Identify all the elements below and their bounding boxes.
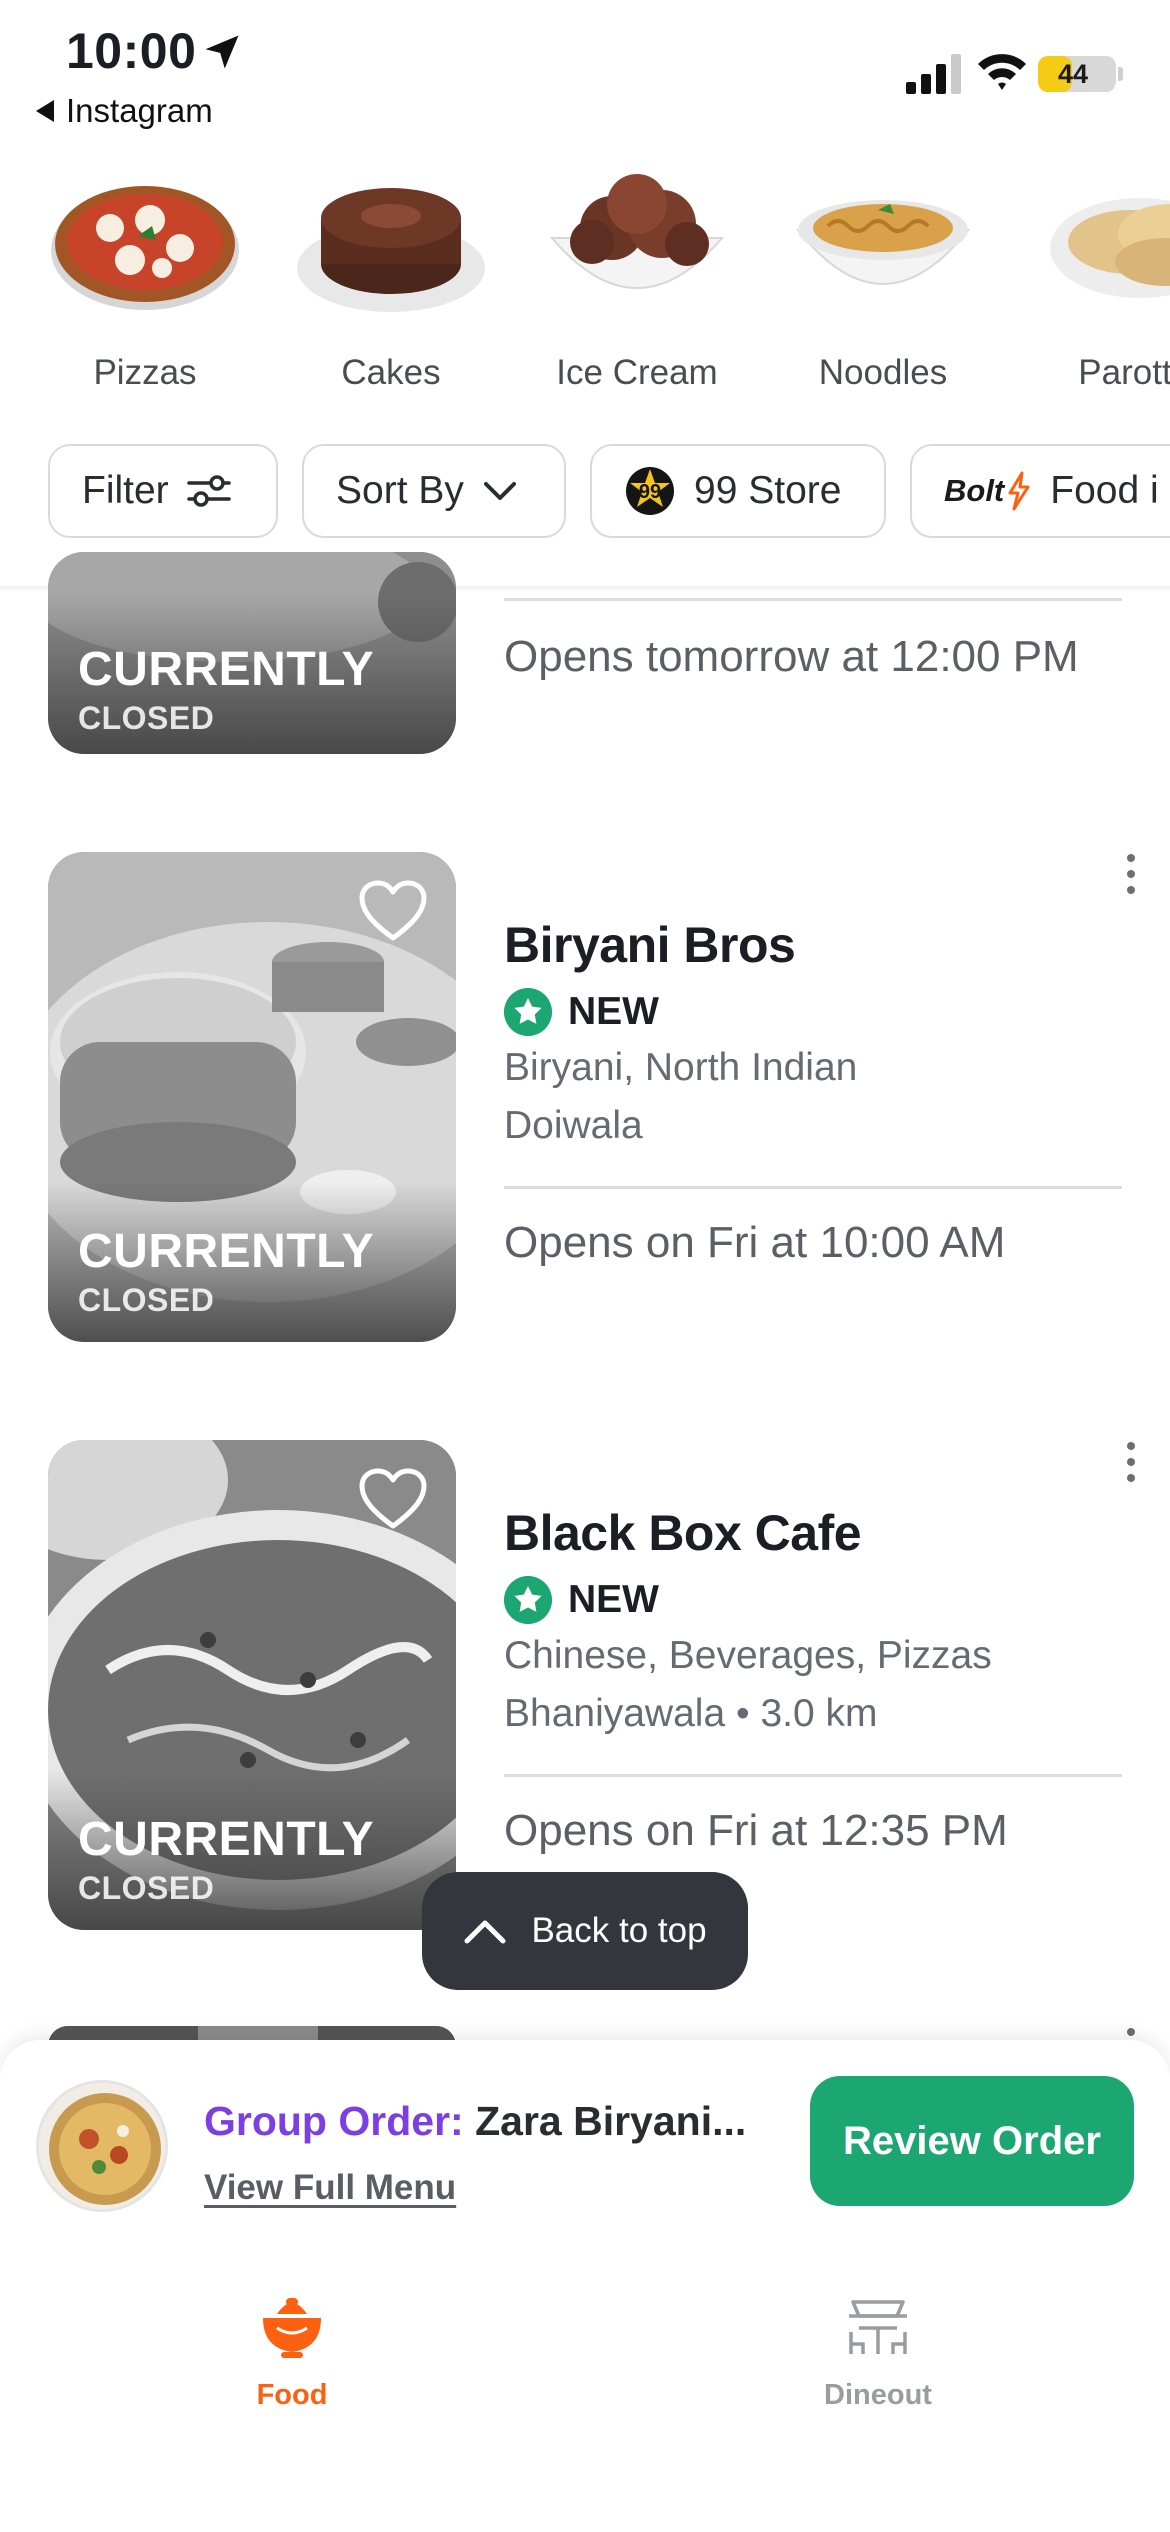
group-order-label: Group Order: [204,2098,464,2144]
restaurant-name: Black Box Cafe [504,1505,862,1561]
group-order-title: Group Order: Zara Biryani... [204,2098,746,2145]
filter-button[interactable]: Filter [48,444,278,538]
cellular-signal-icon [906,54,961,94]
biryani-image [39,2083,165,2209]
card-divider [504,598,1122,601]
bolt-label: Food i [1050,469,1159,512]
favorite-heart-icon[interactable] [358,880,428,944]
restaurant-thumbnail[interactable]: CURRENTLY CLOSED [48,1440,456,1930]
battery-cap [1118,67,1123,81]
dineout-table-icon [849,2300,907,2354]
store-99-icon: 99 [626,467,674,515]
locality-text: Bhaniyawala • 3.0 km [504,1692,878,1735]
category-label: Cakes [341,353,441,392]
new-badge: NEW [504,988,1120,1036]
pizza-image [51,186,239,310]
category-label: Ice Cream [556,353,718,392]
category-pizzas[interactable]: Pizzas [30,168,260,393]
back-to-top-button[interactable]: Back to top [422,1872,748,1990]
restaurant-info: Biryani Bros NEW Biryani, North Indian D… [504,916,1120,1148]
ice-cream-image [549,174,725,289]
opens-time: Opens on Fri at 12:35 PM [504,1806,1008,1855]
restaurant-card[interactable]: CURRENTLY CLOSED Black Box Cafe NEW Chin… [0,1440,1170,1930]
restaurant-thumbnail[interactable]: CURRENTLY CLOSED [48,852,456,1342]
cake-image [297,188,485,312]
star-badge-icon [504,988,552,1036]
store-label: 99 Store [694,469,842,512]
sliders-icon [186,475,231,507]
star-badge-icon [504,1576,552,1624]
group-order-restaurant: Zara Biryani... [475,2098,747,2144]
more-options-icon[interactable] [1124,854,1138,894]
card-divider [504,1186,1122,1189]
closed-line2: CLOSED [78,1870,215,1906]
restaurant-name: Biryani Bros [504,917,796,973]
bolt-logo: Bolt [944,471,1032,511]
filter-row[interactable]: Filter Sort By 99 99 Store Bolt Food i [0,444,1170,540]
restaurant-card[interactable]: CURRENTLY CLOSED Biryani Bros NEW Biryan… [0,852,1170,1342]
category-label: Pizzas [93,353,197,392]
chevron-up-icon [464,1920,506,1944]
new-label: NEW [568,1578,659,1621]
tab-dineout[interactable]: Dineout [768,2292,988,2412]
more-options-icon[interactable] [1124,1442,1138,1482]
status-time: 10:00 [66,23,197,79]
location-arrow-icon [205,35,239,69]
back-to-app-link[interactable]: Instagram [36,92,213,130]
category-cakes[interactable]: Cakes [276,168,506,393]
closed-line2: CLOSED [78,700,215,736]
category-ice-cream[interactable]: Ice Cream [522,168,752,393]
closed-line2: CLOSED [78,1282,215,1318]
bottom-tab-bar: Food Dineout [0,2266,1170,2532]
battery-percent: 44 [1057,59,1089,89]
store-99-chip[interactable]: 99 99 Store [590,444,886,538]
svg-text:99: 99 [639,481,661,503]
chevron-down-icon [483,482,516,500]
category-noodles[interactable]: Noodles [768,168,998,393]
closed-line1: CURRENTLY [78,1813,375,1866]
food-bowl-icon [263,2298,321,2358]
tab-food-label: Food [256,2379,328,2411]
noodles-image [795,200,971,285]
filter-label: Filter [82,469,169,512]
battery-indicator: 44 [1038,56,1116,92]
restaurant-card[interactable]: CURRENTLY CLOSED Opens tomorrow at 12:00… [0,552,1170,792]
sort-by-button[interactable]: Sort By [302,444,566,538]
closed-line1: CURRENTLY [78,643,375,696]
back-app-label: Instagram [66,92,213,129]
bolt-food-chip[interactable]: Bolt Food i [910,444,1170,538]
favorite-heart-icon[interactable] [358,1468,428,1532]
restaurant-info: Black Box Cafe NEW Chinese, Beverages, P… [504,1504,1120,1736]
view-full-menu-link[interactable]: View Full Menu [204,2168,456,2208]
group-order-thumbnail [36,2080,168,2212]
back-triangle-icon [36,100,54,122]
category-label: Parott [1078,353,1170,392]
locality-text: Doiwala [504,1104,643,1147]
category-label: Noodles [818,353,948,392]
category-carousel[interactable]: Pizzas Cakes Ice Cream Noodles Parott [0,168,1170,398]
card-divider [504,1774,1122,1777]
bolt-lightning-icon [1008,471,1030,511]
new-label: NEW [568,990,659,1033]
back-to-top-label: Back to top [531,1911,707,1950]
parotta-image [1050,198,1170,298]
review-order-button[interactable]: Review Order [810,2076,1134,2206]
group-order-bar: Group Order: Zara Biryani... View Full M… [0,2040,1170,2266]
cuisine-text: Biryani, North Indian [504,1046,858,1089]
tab-food[interactable]: Food [182,2292,402,2412]
cuisine-text: Chinese, Beverages, Pizzas [504,1634,992,1677]
status-bar: 10:00 Instagram 44 [0,0,1170,140]
restaurant-thumbnail[interactable]: CURRENTLY CLOSED [48,552,456,754]
new-badge: NEW [504,1576,1120,1624]
more-options-icon[interactable] [1124,2028,1138,2036]
closed-line1: CURRENTLY [78,1225,375,1278]
opens-time: Opens tomorrow at 12:00 PM [504,632,1079,681]
category-parotta[interactable]: Parott [1010,168,1170,393]
opens-time: Opens on Fri at 10:00 AM [504,1218,1006,1267]
tab-dineout-label: Dineout [824,2379,932,2411]
sort-label: Sort By [336,469,464,512]
wifi-icon [978,54,1026,90]
